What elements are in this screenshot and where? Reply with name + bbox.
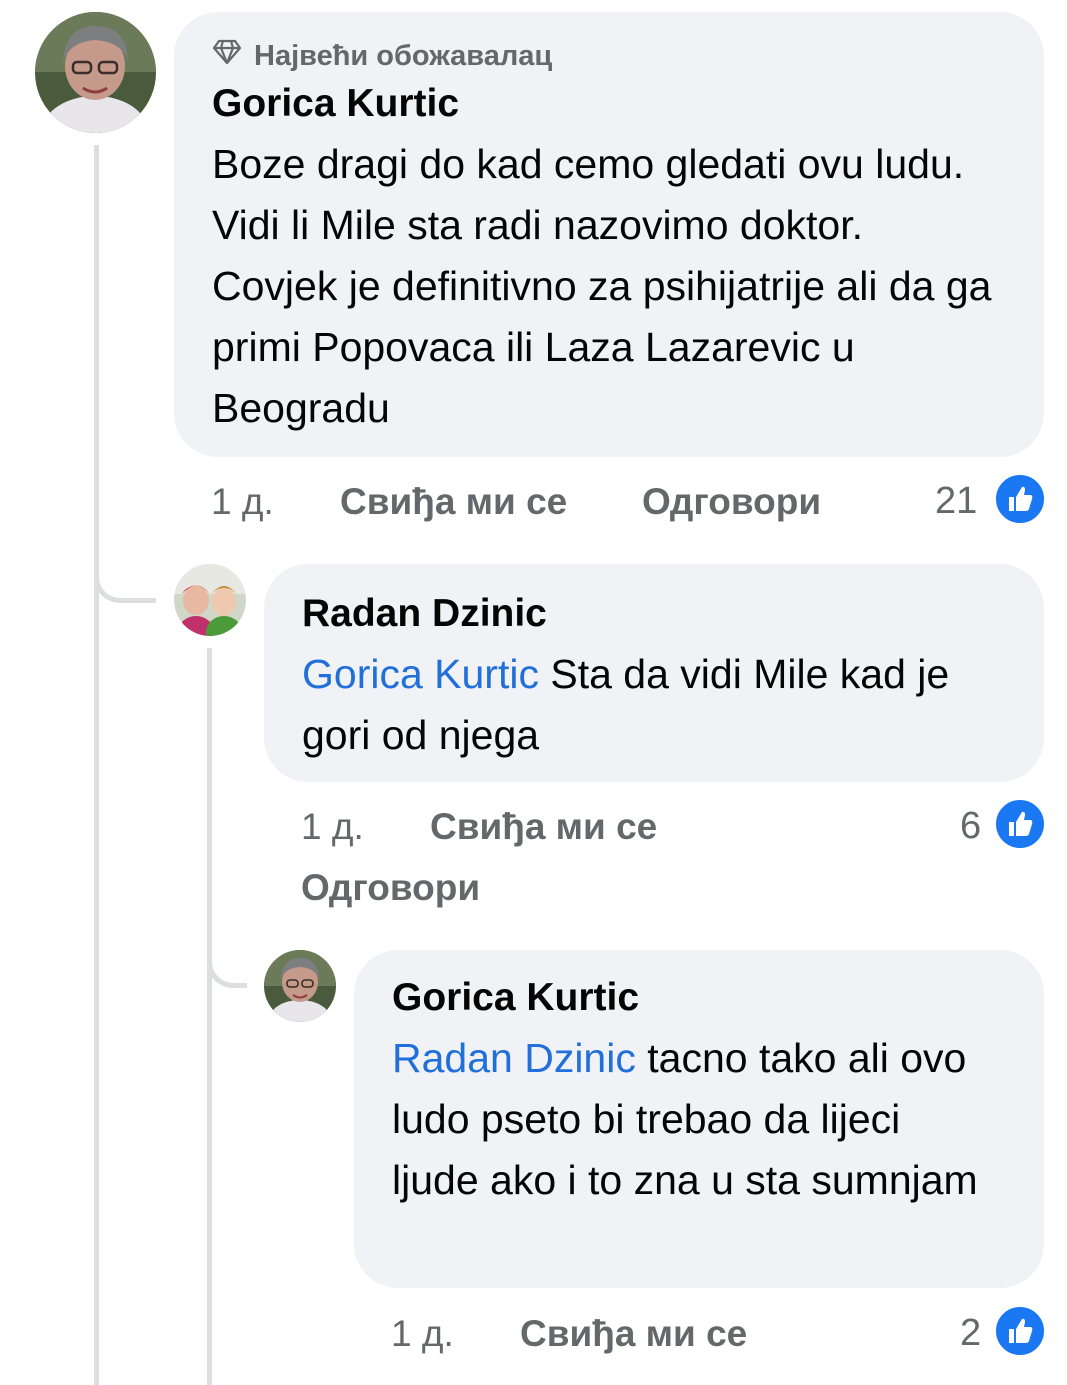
like-button[interactable]: Свиђа ми се xyxy=(340,480,567,524)
comment-time[interactable]: 1 д. xyxy=(211,480,274,524)
mention-link[interactable]: Radan Dzinic xyxy=(392,1035,636,1081)
thread-connector-reply-1 xyxy=(94,520,156,603)
like-button[interactable]: Свиђа ми се xyxy=(430,805,657,849)
thread-line-main xyxy=(94,145,99,1385)
reply-button[interactable]: Одговори xyxy=(301,866,480,910)
comment-text: Boze dragi do kad cemo gledati ovu ludu.… xyxy=(212,141,992,431)
badge-label: Највећи обожавалац xyxy=(254,40,553,72)
reaction-count[interactable]: 2 xyxy=(960,1311,981,1355)
reaction-count[interactable]: 6 xyxy=(960,804,981,848)
avatar[interactable] xyxy=(35,12,156,133)
top-fan-badge: Највећи обожавалац xyxy=(212,36,1006,76)
diamond-icon xyxy=(212,36,242,76)
thread-connector-reply-2 xyxy=(207,900,247,988)
comment-bubble: Gorica Kurtic Radan Dzinic tacno tako al… xyxy=(354,950,1044,1288)
comment-bubble: Radan Dzinic Gorica Kurtic Sta da vidi M… xyxy=(264,564,1044,782)
thumbs-up-icon[interactable] xyxy=(993,472,1047,526)
comment-time[interactable]: 1 д. xyxy=(391,1312,454,1356)
avatar[interactable] xyxy=(264,950,336,1022)
comment-text-container: Gorica Kurtic Sta da vidi Mile kad je go… xyxy=(302,644,1006,766)
comment-time[interactable]: 1 д. xyxy=(301,805,364,849)
avatar[interactable] xyxy=(174,564,246,636)
comment-text-container: Radan Dzinic tacno tako ali ovo ludo pse… xyxy=(392,1028,992,1211)
thumbs-up-icon[interactable] xyxy=(993,797,1047,851)
comment-author[interactable]: Gorica Kurtic xyxy=(392,974,1006,1022)
comment-author[interactable]: Radan Dzinic xyxy=(302,590,1006,638)
thread-line-reply-1 xyxy=(207,648,212,1385)
comment-author[interactable]: Gorica Kurtic xyxy=(212,80,1006,128)
thumbs-up-icon[interactable] xyxy=(993,1304,1047,1358)
reaction-count[interactable]: 21 xyxy=(935,479,977,523)
like-button[interactable]: Свиђа ми се xyxy=(520,1312,747,1356)
mention-link[interactable]: Gorica Kurtic xyxy=(302,651,539,697)
comment-bubble: Највећи обожавалац Gorica Kurtic Boze dr… xyxy=(174,12,1044,457)
reply-button[interactable]: Одговори xyxy=(642,480,821,524)
